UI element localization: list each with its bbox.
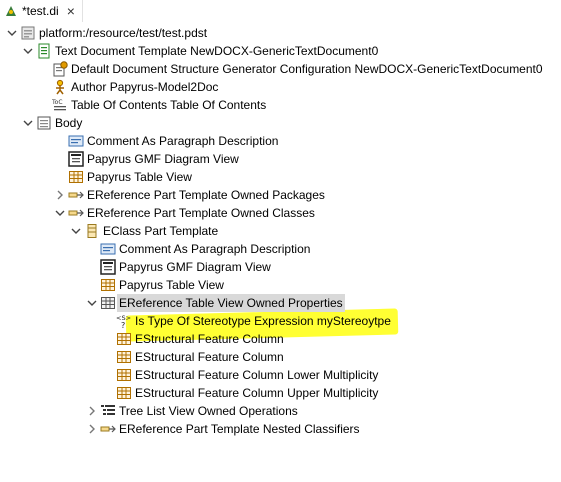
table-icon bbox=[100, 277, 116, 293]
chevron-right-icon[interactable] bbox=[52, 186, 68, 204]
tree-item-owned-packages[interactable]: EReference Part Template Owned Packages bbox=[52, 186, 325, 204]
tree-item-label: platform:/resource/test/test.pdst bbox=[39, 26, 208, 40]
column-icon bbox=[116, 367, 132, 383]
svg-text:?: ? bbox=[121, 321, 125, 329]
tree-item-gmf-diagram-view[interactable]: Papyrus GMF Diagram View bbox=[52, 150, 239, 168]
tree-item-resource[interactable]: platform:/resource/test/test.pdst bbox=[4, 24, 207, 42]
tree-item-label: EReference Part Template Owned Classes bbox=[87, 206, 315, 220]
tree-item-nested-classifiers[interactable]: EReference Part Template Nested Classifi… bbox=[84, 420, 360, 438]
close-icon[interactable]: × bbox=[67, 4, 75, 18]
tree-item-author[interactable]: Author Papyrus-Model2Doc bbox=[36, 78, 218, 96]
author-icon bbox=[52, 79, 68, 95]
tree-item-label: EStructural Feature Column bbox=[135, 350, 284, 364]
editor-tab[interactable]: *test.di × bbox=[0, 0, 83, 22]
chevron-down-icon[interactable] bbox=[20, 42, 36, 60]
tree-item-label: EStructural Feature Column Lower Multipl… bbox=[135, 368, 379, 382]
tree-item-label: EReference Part Template Nested Classifi… bbox=[119, 422, 360, 436]
column-icon bbox=[116, 385, 132, 401]
tree-item-label: Papyrus Table View bbox=[119, 278, 224, 292]
chevron-down-icon[interactable] bbox=[68, 222, 84, 240]
chevron-right-icon[interactable] bbox=[84, 420, 100, 438]
svg-text:ToC: ToC bbox=[52, 99, 63, 106]
config-icon bbox=[52, 61, 68, 77]
tree-item-eclass-part-template[interactable]: EClass Part Template bbox=[68, 222, 218, 240]
tree-item-comment[interactable]: Comment As Paragraph Description bbox=[52, 132, 278, 150]
tree-item-owned-properties[interactable]: EReference Table View Owned Properties bbox=[84, 294, 345, 312]
tree-item-label: Default Document Structure Generator Con… bbox=[71, 62, 543, 76]
template-icon bbox=[36, 43, 52, 59]
tree-item-feature-column[interactable]: EStructural Feature Column bbox=[100, 330, 284, 348]
tab-title: *test.di bbox=[22, 4, 59, 18]
diagram-icon bbox=[100, 259, 116, 275]
column-icon bbox=[116, 349, 132, 365]
chevron-right-icon[interactable] bbox=[84, 402, 100, 420]
tree-item-label: EStructural Feature Column Upper Multipl… bbox=[135, 386, 379, 400]
tree-item-feature-column[interactable]: EStructural Feature Column bbox=[100, 348, 284, 366]
resource-icon bbox=[20, 25, 36, 41]
tree-item-table-view[interactable]: Papyrus Table View bbox=[84, 276, 224, 294]
chevron-down-icon[interactable] bbox=[4, 24, 20, 42]
chevron-down-icon[interactable] bbox=[52, 204, 68, 222]
tree-item-label: Tree List View Owned Operations bbox=[119, 404, 298, 418]
ereference-icon bbox=[68, 205, 84, 221]
tree-item-label: EClass Part Template bbox=[103, 224, 219, 238]
tree-item-label: EReference Part Template Owned Packages bbox=[87, 188, 325, 202]
tree-item-label: Comment As Paragraph Description bbox=[87, 134, 279, 148]
tree-item-comment[interactable]: Comment As Paragraph Description bbox=[84, 240, 310, 258]
table-icon bbox=[68, 169, 84, 185]
tree-item-owned-classes[interactable]: EReference Part Template Owned Classes bbox=[52, 204, 315, 222]
tree-item-label: Text Document Template NewDOCX-GenericTe… bbox=[55, 44, 379, 58]
tree-item-feature-column-lower[interactable]: EStructural Feature Column Lower Multipl… bbox=[100, 366, 378, 384]
tree-item-table-of-contents[interactable]: ToC Table Of Contents Table Of Contents bbox=[36, 96, 266, 114]
tree-item-generator-configuration[interactable]: Default Document Structure Generator Con… bbox=[36, 60, 543, 78]
tree-item-table-view[interactable]: Papyrus Table View bbox=[52, 168, 192, 186]
stereotype-expression-icon: <S>? bbox=[116, 313, 132, 329]
comment-icon bbox=[100, 241, 116, 257]
ereference-icon bbox=[100, 421, 116, 437]
table-view-icon bbox=[100, 295, 116, 311]
tree-item-label: Body bbox=[55, 116, 83, 130]
tree-item-label: Papyrus GMF Diagram View bbox=[119, 260, 271, 274]
tree-item-gmf-diagram-view[interactable]: Papyrus GMF Diagram View bbox=[84, 258, 271, 276]
eclass-icon bbox=[84, 223, 100, 239]
tree-item-stereotype-expression[interactable]: <S>? Is Type Of Stereotype Expression my… bbox=[100, 312, 391, 330]
tree-item-text-document-template[interactable]: Text Document Template NewDOCX-GenericTe… bbox=[20, 42, 378, 60]
tree-item-label: Papyrus Table View bbox=[87, 170, 192, 184]
body-icon bbox=[36, 115, 52, 131]
tree-item-tree-list-view[interactable]: Tree List View Owned Operations bbox=[84, 402, 298, 420]
comment-icon bbox=[68, 133, 84, 149]
chevron-down-icon[interactable] bbox=[84, 294, 100, 312]
ereference-icon bbox=[68, 187, 84, 203]
tree-item-label: EReference Table View Owned Properties bbox=[117, 294, 345, 312]
editor-tab-bar: *test.di × bbox=[0, 0, 561, 22]
tree-list-icon bbox=[100, 403, 116, 419]
chevron-down-icon[interactable] bbox=[20, 114, 36, 132]
tree-item-label: Author Papyrus-Model2Doc bbox=[71, 80, 219, 94]
column-icon bbox=[116, 331, 132, 347]
tree-item-label: Table Of Contents Table Of Contents bbox=[71, 98, 267, 112]
tree-item-label: Comment As Paragraph Description bbox=[119, 242, 311, 256]
toc-icon: ToC bbox=[52, 97, 68, 113]
tree-item-feature-column-upper[interactable]: EStructural Feature Column Upper Multipl… bbox=[100, 384, 378, 402]
tree-item-label: EStructural Feature Column bbox=[135, 332, 284, 346]
tree-item-body[interactable]: Body bbox=[23, 114, 83, 132]
tree-item-label: Is Type Of Stereotype Expression myStere… bbox=[135, 314, 391, 328]
tree-item-label: Papyrus GMF Diagram View bbox=[87, 152, 239, 166]
diagram-icon bbox=[68, 151, 84, 167]
papyrus-doc-icon bbox=[4, 4, 18, 18]
